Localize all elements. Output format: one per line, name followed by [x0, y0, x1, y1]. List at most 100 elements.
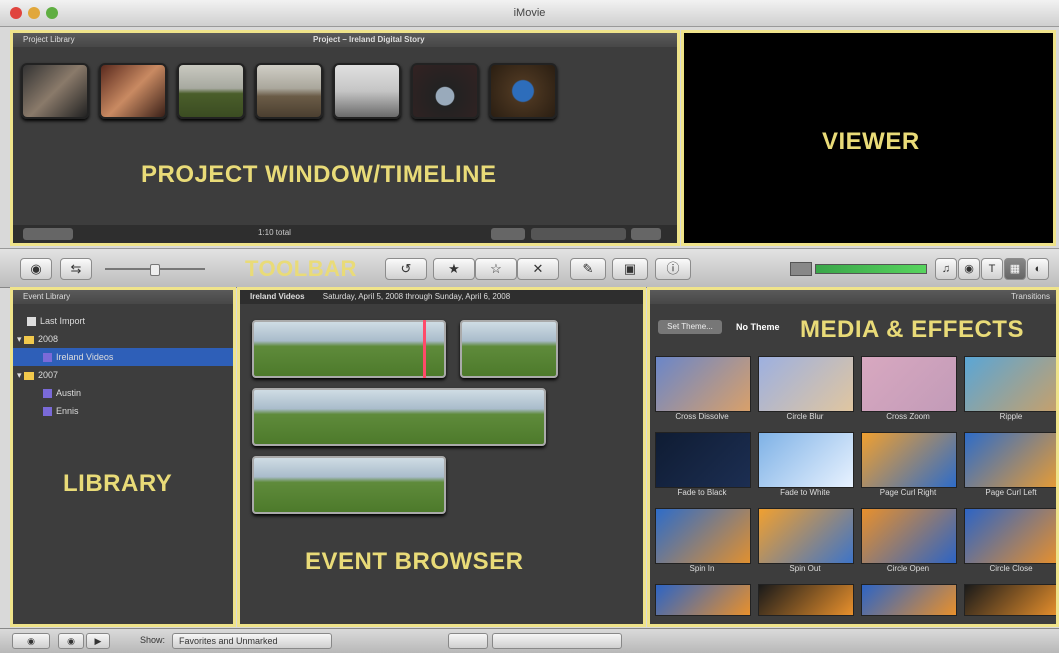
set-theme-button[interactable]: Set Theme...	[658, 320, 722, 334]
event-library-header: Event Library	[13, 290, 233, 304]
transition-tile[interactable]	[964, 584, 1056, 616]
play-fullscreen-button[interactable]: ◉	[58, 633, 84, 649]
folder-icon	[24, 371, 35, 380]
play-button[interactable]: ▶	[86, 633, 110, 649]
transition-tile[interactable]	[964, 508, 1056, 564]
project-window-label: PROJECT WINDOW/TIMELINE	[141, 161, 497, 188]
transition-tile[interactable]	[861, 432, 957, 488]
undo-button[interactable]: ↺	[385, 258, 427, 280]
tree-item-ireland-videos[interactable]: Ireland Videos	[13, 348, 233, 366]
event-browser-label: EVENT BROWSER	[305, 548, 524, 575]
thumbnail-size-button[interactable]	[491, 228, 525, 240]
event-zoom-slider[interactable]	[492, 633, 622, 649]
info-button[interactable]: ⓘ	[655, 258, 691, 280]
transition-tile[interactable]	[655, 432, 751, 488]
event-clip[interactable]	[460, 320, 558, 378]
timeline-thumbnails	[21, 63, 557, 119]
transition-caption: Spin Out	[789, 564, 821, 573]
transition-caption: Circle Open	[886, 564, 930, 573]
crop-button[interactable]: ▣	[612, 258, 648, 280]
transition-tile[interactable]	[758, 584, 854, 616]
event-clip[interactable]	[252, 388, 546, 446]
event-browser-panel: Ireland Videos Saturday, April 5, 2008 t…	[237, 287, 646, 627]
media-effects-panel: Transitions Set Theme... No Theme MEDIA …	[647, 287, 1059, 627]
title-bar: iMovie	[0, 0, 1059, 27]
transition-tile[interactable]	[861, 584, 957, 616]
thumbnail-slider-knob[interactable]	[150, 264, 160, 276]
swap-button[interactable]: ⇆	[60, 258, 92, 280]
transition-caption: Fade to Black	[677, 488, 727, 497]
event-clip[interactable]	[252, 456, 446, 514]
transition-caption: Spin In	[689, 564, 715, 573]
camera-import-button[interactable]: ◉	[20, 258, 52, 280]
folder-icon	[24, 335, 35, 344]
maps-browser-button[interactable]: ◐	[1027, 258, 1049, 280]
event-icon	[43, 353, 52, 363]
timeline-clip[interactable]	[99, 63, 167, 119]
transition-tile[interactable]	[758, 432, 854, 488]
event-view-button[interactable]	[448, 633, 488, 649]
timeline-clip[interactable]	[21, 63, 89, 119]
project-window: Project Library Project – Ireland Digita…	[10, 30, 680, 246]
event-title: Ireland Videos	[250, 292, 305, 301]
timeline-clip[interactable]	[333, 63, 401, 119]
transition-caption: Page Curl Right	[879, 488, 937, 497]
transition-tile[interactable]	[964, 356, 1056, 412]
transition-tile[interactable]	[861, 356, 957, 412]
transition-tile[interactable]	[861, 508, 957, 564]
media-effects-label: MEDIA & EFFECTS	[800, 316, 1024, 343]
timeline-clip[interactable]	[489, 63, 557, 119]
project-zoom-slider[interactable]	[531, 228, 626, 240]
project-action-button[interactable]	[23, 228, 73, 240]
transition-caption: Circle Blur	[786, 412, 824, 421]
voiceover-button[interactable]: ✎	[570, 258, 606, 280]
project-library-button[interactable]: Project Library	[23, 35, 75, 44]
timeline-clip[interactable]	[411, 63, 479, 119]
transition-caption: Page Curl Left	[985, 488, 1037, 497]
viewer-panel: VIEWER	[681, 30, 1056, 246]
show-filter-select[interactable]: Favorites and Unmarked	[172, 633, 332, 649]
transition-caption: Cross Zoom	[886, 412, 930, 421]
audio-level-meter	[815, 264, 927, 274]
music-browser-button[interactable]: ♫	[935, 258, 957, 280]
project-header: Project Library Project – Ireland Digita…	[13, 33, 677, 47]
viewer-label: VIEWER	[822, 128, 920, 155]
timeline-clip[interactable]	[255, 63, 323, 119]
event-clip[interactable]	[252, 320, 446, 378]
playhead	[423, 320, 426, 378]
audio-meter-icon	[790, 262, 812, 276]
event-icon	[43, 407, 52, 417]
show-label: Show:	[140, 635, 166, 645]
event-tree: Last Import ▾ 2008 Ireland Videos ▾ 2007…	[13, 312, 233, 420]
timeline-clip[interactable]	[177, 63, 245, 119]
event-icon	[43, 389, 52, 399]
transition-tile[interactable]	[655, 508, 751, 564]
tree-item-2008[interactable]: ▾ 2008	[13, 330, 233, 348]
photo-browser-button[interactable]: ◉	[958, 258, 980, 280]
transition-tile[interactable]	[758, 508, 854, 564]
transition-tile[interactable]	[758, 356, 854, 412]
reject-button[interactable]: ✕	[517, 258, 559, 280]
tree-item-last-import[interactable]: Last Import	[13, 312, 233, 330]
transition-tile[interactable]	[964, 432, 1056, 488]
transition-tile[interactable]	[655, 356, 751, 412]
event-library-panel: Event Library Last Import ▾ 2008 Ireland…	[10, 287, 236, 627]
unmark-button[interactable]: ☆	[475, 258, 517, 280]
tree-item-austin[interactable]: Austin	[13, 384, 233, 402]
tree-item-ennis[interactable]: Ennis	[13, 402, 233, 420]
transitions-browser-button[interactable]: ▦	[1004, 258, 1026, 280]
show-library-button[interactable]: ◉	[12, 633, 50, 649]
event-browser-header: Ireland Videos Saturday, April 5, 2008 t…	[240, 290, 643, 304]
transition-caption: Fade to White	[780, 488, 830, 497]
event-date-range: Saturday, April 5, 2008 through Sunday, …	[322, 292, 511, 301]
window-title: iMovie	[513, 7, 546, 19]
favorite-button[interactable]: ★	[433, 258, 475, 280]
titles-browser-button[interactable]: T	[981, 258, 1003, 280]
library-label: LIBRARY	[63, 470, 173, 497]
project-title: Project – Ireland Digital Story	[313, 35, 425, 44]
transition-tile[interactable]	[655, 584, 751, 616]
project-footer: 1:10 total	[13, 225, 677, 243]
tree-item-2007[interactable]: ▾ 2007	[13, 366, 233, 384]
project-view-button[interactable]	[631, 228, 661, 240]
theme-status: No Theme	[736, 322, 780, 332]
